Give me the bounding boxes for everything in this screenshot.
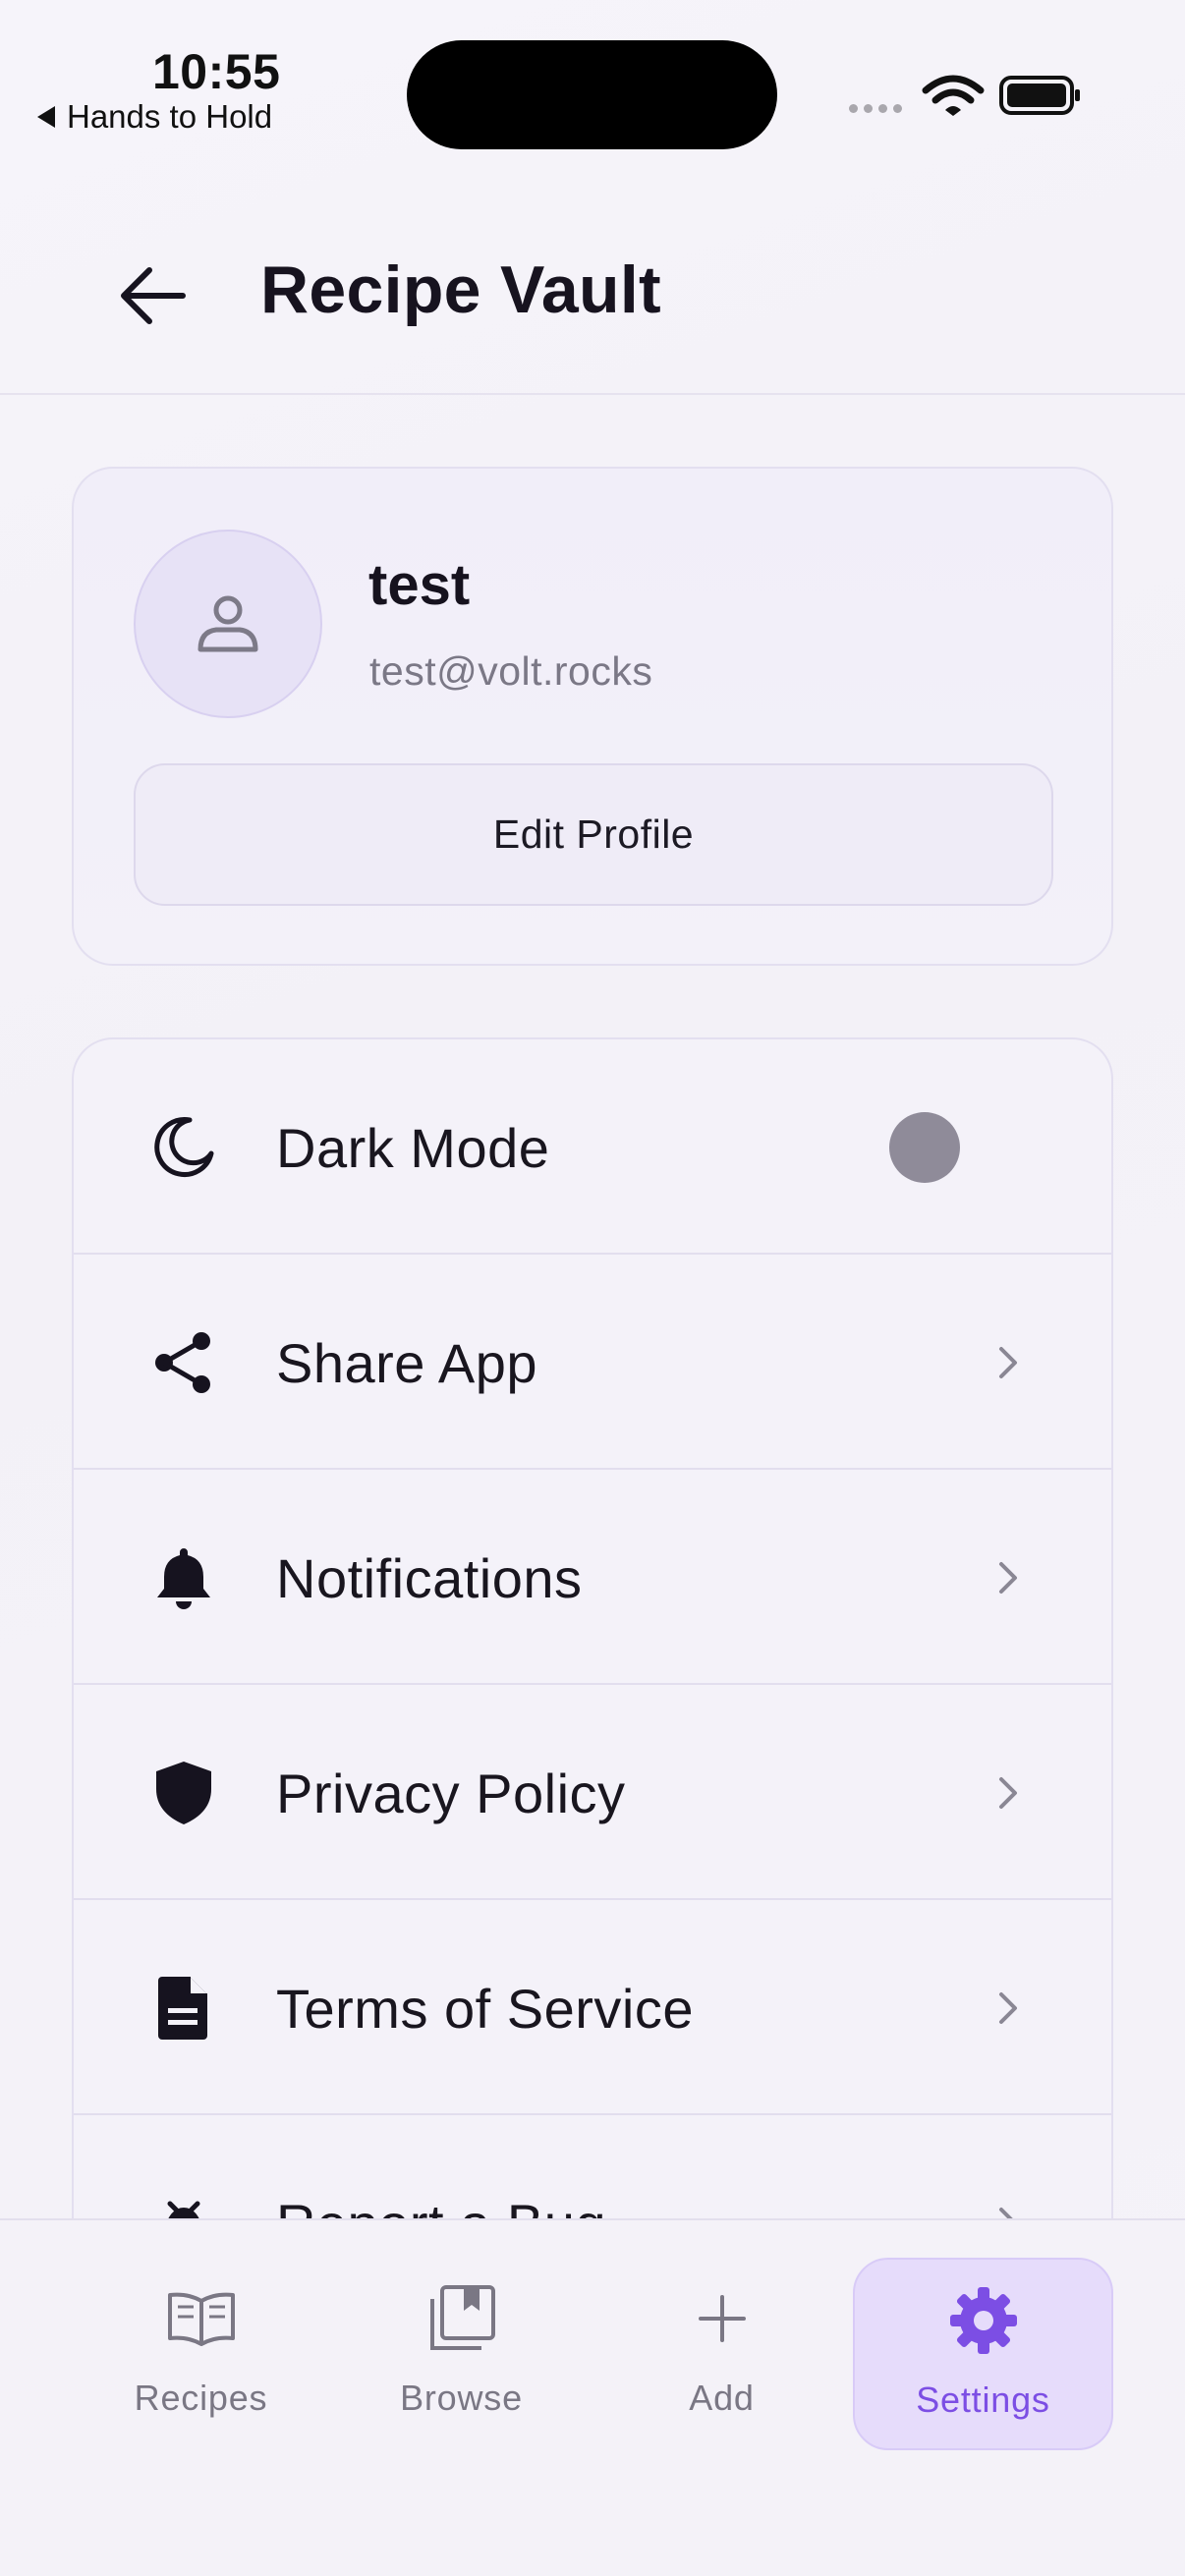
chevron-right-icon [999, 1347, 1017, 1378]
nav-item-add[interactable]: Add [592, 2258, 852, 2450]
profile-card: test test@volt.rocks Edit Profile [72, 467, 1113, 966]
app-header: Recipe Vault [0, 196, 1185, 395]
plus-icon [698, 2295, 746, 2342]
dark-mode-toggle[interactable] [889, 1112, 960, 1183]
settings-row-privacy-policy[interactable]: Privacy Policy [74, 1685, 1111, 1900]
dynamic-island [407, 40, 777, 149]
document-icon [150, 1975, 217, 2042]
profile-email: test@volt.rocks [369, 648, 653, 694]
cellular-signal-icon [849, 104, 902, 113]
nav-item-recipes[interactable]: Recipes [71, 2258, 331, 2450]
nav-label-recipes: Recipes [134, 2378, 268, 2418]
nav-label-add: Add [689, 2378, 755, 2418]
nav-label-settings: Settings [916, 2380, 1050, 2420]
notifications-label: Notifications [276, 1547, 583, 1609]
profile-name: test [368, 553, 471, 617]
shield-icon [150, 1760, 217, 1826]
return-to-app-link[interactable]: Hands to Hold [37, 98, 272, 136]
open-book-icon [167, 2292, 235, 2346]
edit-profile-button[interactable]: Edit Profile [134, 763, 1053, 906]
back-triangle-icon [37, 106, 55, 128]
dark-mode-label: Dark Mode [276, 1117, 550, 1179]
library-icon [429, 2285, 495, 2350]
chevron-right-icon [999, 1777, 1017, 1809]
status-bar: 10:55 Hands to Hold [0, 0, 1185, 167]
settings-list: Dark Mode Share App Notifications Privac… [72, 1037, 1113, 2413]
share-app-label: Share App [276, 1332, 538, 1394]
chevron-right-icon [999, 1992, 1017, 2024]
return-app-label: Hands to Hold [67, 98, 273, 135]
page-title: Recipe Vault [260, 252, 661, 327]
share-icon [150, 1329, 217, 1396]
moon-icon [150, 1114, 217, 1181]
chevron-right-icon [999, 1562, 1017, 1594]
nav-item-settings[interactable]: Settings [853, 2258, 1113, 2450]
gear-icon [949, 2287, 1017, 2354]
bottom-nav: Recipes Browse Add Settings [0, 2218, 1185, 2576]
wifi-icon [922, 75, 985, 116]
back-button[interactable] [108, 251, 198, 341]
avatar [134, 530, 322, 718]
settings-row-notifications[interactable]: Notifications [74, 1470, 1111, 1685]
nav-item-browse[interactable]: Browse [331, 2258, 592, 2450]
battery-icon [999, 76, 1080, 115]
settings-row-dark-mode[interactable]: Dark Mode [74, 1039, 1111, 1255]
settings-row-share-app[interactable]: Share App [74, 1255, 1111, 1470]
settings-row-terms-of-service[interactable]: Terms of Service [74, 1900, 1111, 2115]
status-time: 10:55 [152, 44, 281, 99]
terms-of-service-label: Terms of Service [276, 1978, 694, 2040]
arrow-left-icon [121, 267, 186, 324]
nav-label-browse: Browse [400, 2378, 523, 2418]
privacy-policy-label: Privacy Policy [276, 1763, 626, 1824]
user-icon [198, 595, 258, 652]
bell-icon [150, 1544, 217, 1611]
